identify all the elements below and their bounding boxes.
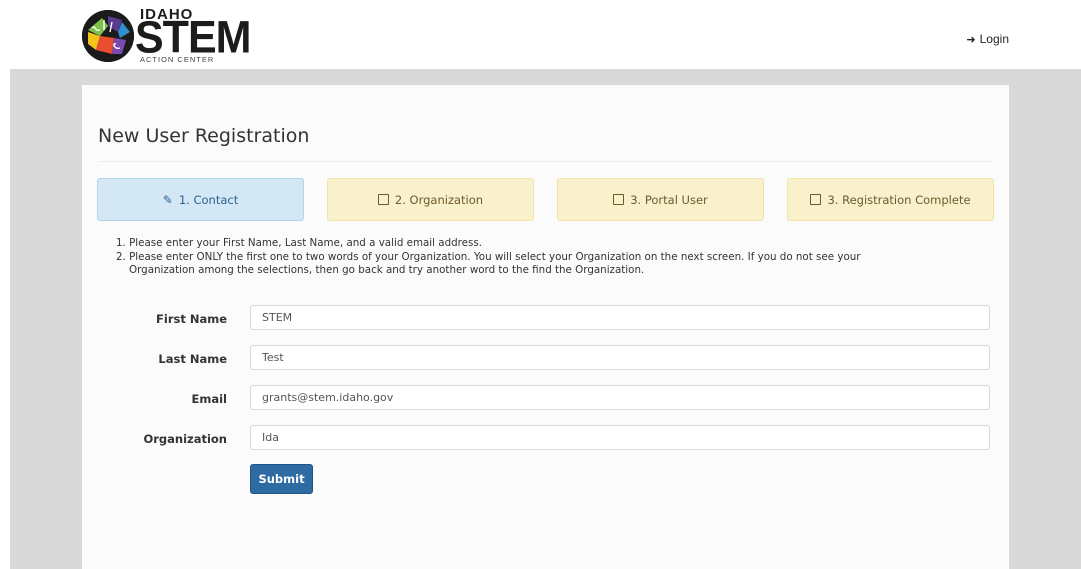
first-name-label: First Name xyxy=(156,312,227,326)
registration-panel: New User Registration ✎ 1. Contact 2. Or… xyxy=(82,85,1009,569)
login-link[interactable]: ➜ Login xyxy=(966,32,1009,46)
organization-label: Organization xyxy=(143,432,227,446)
last-name-row: Last Name Test xyxy=(82,345,1009,373)
logo-subtitle: ACTION CENTER xyxy=(140,55,215,64)
organization-row: Organization Ida xyxy=(82,425,1009,453)
login-label: Login xyxy=(979,32,1009,46)
edit-icon: ✎ xyxy=(162,192,173,207)
last-name-input[interactable]: Test xyxy=(250,345,990,370)
sign-in-icon: ➜ xyxy=(966,33,976,46)
step-organization[interactable]: 2. Organization xyxy=(327,178,534,221)
email-input[interactable]: grants@stem.idaho.gov xyxy=(250,385,990,410)
checkbox-icon xyxy=(377,194,389,205)
step-label: 1. Contact xyxy=(178,192,239,207)
step-label: 3. Registration Complete xyxy=(827,192,971,207)
step-portal-user[interactable]: 3. Portal User xyxy=(557,178,764,221)
wizard-steps: ✎ 1. Contact 2. Organization 3. Portal U… xyxy=(97,178,994,221)
instruction-item: 1. Please enter your First Name, Last Na… xyxy=(116,237,483,249)
checkbox-icon xyxy=(810,194,822,205)
first-name-input[interactable]: STEM xyxy=(250,305,990,330)
top-header: IDAHO STEM ACTION CENTER ➜ Login xyxy=(0,0,1081,69)
page-title: New User Registration xyxy=(98,125,310,147)
step-registration-complete[interactable]: 3. Registration Complete xyxy=(787,178,994,221)
checkbox-icon xyxy=(613,194,625,205)
step-contact[interactable]: ✎ 1. Contact xyxy=(97,178,304,221)
logo-badge-icon xyxy=(82,10,134,62)
instructions-list: 1. Please enter your First Name, Last Na… xyxy=(116,237,986,278)
organization-input[interactable]: Ida xyxy=(250,425,990,450)
first-name-row: First Name STEM xyxy=(82,305,1009,333)
idaho-stem-logo[interactable]: IDAHO STEM ACTION CENTER xyxy=(82,6,251,64)
instruction-item-continued: Organization among the selections, then … xyxy=(129,264,645,276)
email-row: Email grants@stem.idaho.gov xyxy=(82,385,1009,413)
submit-button[interactable]: Submit xyxy=(250,464,313,494)
last-name-label: Last Name xyxy=(158,352,227,366)
step-label: 2. Organization xyxy=(394,192,484,207)
email-label: Email xyxy=(191,392,227,406)
title-divider xyxy=(98,161,992,162)
instruction-item: 2. Please enter ONLY the first one to tw… xyxy=(116,250,861,263)
step-label: 3. Portal User xyxy=(630,192,708,207)
